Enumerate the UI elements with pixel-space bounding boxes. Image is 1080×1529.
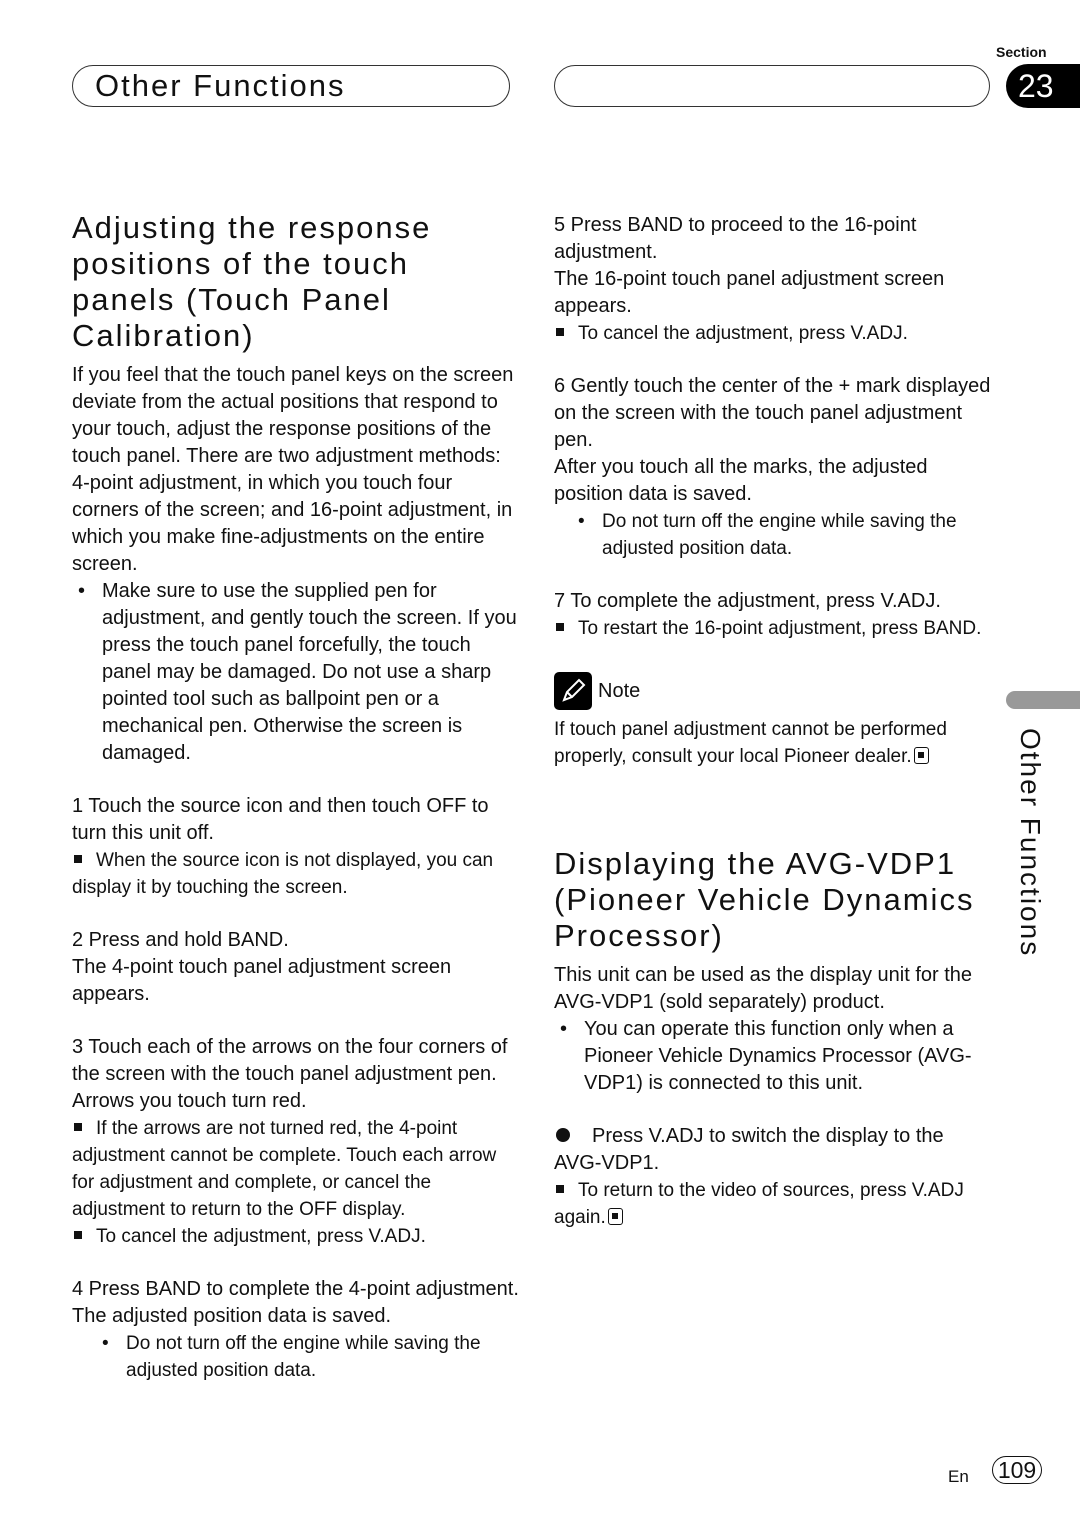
header-title: Other Functions	[95, 68, 346, 103]
section-number-badge: 23	[1006, 64, 1080, 108]
intro-2-bullet: • You can operate this function only whe…	[560, 1018, 972, 1094]
intro-paragraph: If you feel that the touch panel keys on…	[72, 364, 514, 575]
step-3-note-2: To cancel the adjustment, press V.ADJ.	[72, 1223, 522, 1250]
square-bullet-icon	[74, 1231, 82, 1239]
square-bullet-icon	[74, 855, 82, 863]
step-4: 4 Press BAND to complete the 4-point adj…	[72, 1278, 519, 1300]
note-text: If touch panel adjustment cannot be perf…	[554, 719, 947, 767]
footer-language: En	[948, 1467, 969, 1486]
step-5: 5 Press BAND to proceed to the 16-point …	[554, 214, 917, 263]
page-number: 109	[992, 1456, 1042, 1484]
right-column: 5 Press BAND to proceed to the 16-point …	[554, 212, 994, 1231]
section-heading-avg-vdp1: Displaying the AVG-VDP1 (Pioneer Vehicle…	[554, 846, 975, 953]
note-label: Note	[598, 679, 641, 702]
step-2-body: The 4-point touch panel adjustment scree…	[72, 956, 452, 1005]
side-tab-marker	[1006, 691, 1080, 709]
step-5-body: The 16-point touch panel adjustment scre…	[554, 268, 945, 317]
note-header: Note	[554, 672, 994, 710]
step-1-note: When the source icon is not displayed, y…	[72, 850, 494, 898]
step-1: 1 Touch the source icon and then touch O…	[72, 795, 489, 844]
step-6-bullet: • Do not turn off the engine while savin…	[578, 511, 957, 559]
intro-2: This unit can be used as the display uni…	[554, 964, 973, 1013]
header-blank-box	[554, 65, 990, 107]
step-3-body: Arrows you touch turn red.	[72, 1090, 307, 1112]
caution-bullet: • Make sure to use the supplied pen for …	[78, 580, 517, 764]
left-column: Adjusting the response positions of the …	[72, 210, 522, 1384]
step-6: 6 Gently touch the center of the + mark …	[554, 375, 991, 451]
filled-circle-icon	[556, 1128, 570, 1142]
end-mark-icon	[607, 1208, 623, 1225]
step-3-note-1: If the arrows are not turned red, the 4-…	[72, 1118, 497, 1220]
square-bullet-icon	[74, 1123, 82, 1131]
step-6-body: After you touch all the marks, the adjus…	[554, 456, 928, 505]
square-bullet-icon	[556, 1185, 564, 1193]
header-title-box: Other Functions	[72, 65, 510, 107]
section-heading-calibration: Adjusting the response positions of the …	[72, 210, 432, 353]
pencil-icon	[554, 672, 592, 710]
step-5-note: To cancel the adjustment, press V.ADJ.	[554, 320, 994, 347]
step-7-note: To restart the 16-point adjustment, pres…	[554, 615, 994, 642]
section-label: Section	[996, 44, 1047, 60]
step-3: 3 Touch each of the arrows on the four c…	[72, 1036, 508, 1085]
square-bullet-icon	[556, 623, 564, 631]
step-2: 2 Press and hold BAND.	[72, 929, 289, 951]
action-step: Press V.ADJ to switch the display to the…	[554, 1125, 944, 1174]
side-tab-label: Other Functions	[1015, 728, 1046, 958]
square-bullet-icon	[556, 328, 564, 336]
step-4-body: The adjusted position data is saved.	[72, 1305, 392, 1327]
step-4-bullet: • Do not turn off the engine while savin…	[102, 1333, 481, 1381]
end-mark-icon	[913, 747, 929, 764]
step-7: 7 To complete the adjustment, press V.AD…	[554, 590, 941, 612]
action-note: To return to the video of sources, press…	[554, 1180, 964, 1228]
